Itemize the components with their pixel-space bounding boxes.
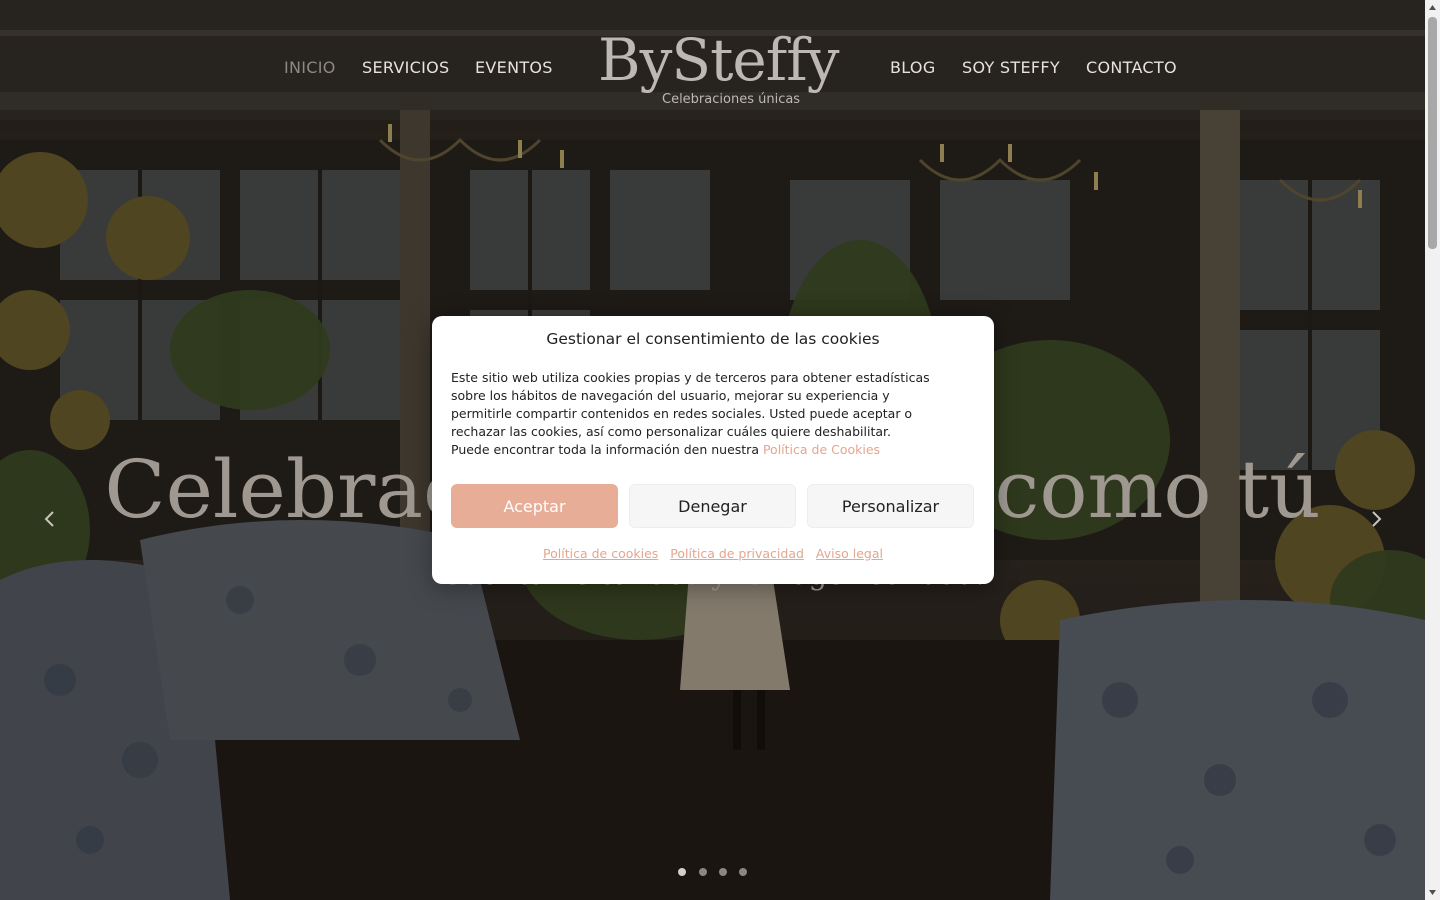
scrollbar-thumb[interactable] bbox=[1428, 17, 1437, 249]
nav-item-soy-steffy[interactable]: SOY STEFFY bbox=[962, 58, 1060, 77]
cookie-dialog-footer-links: Política de cookies Política de privacid… bbox=[432, 546, 994, 561]
logo-wordmark: BySteffy bbox=[598, 26, 839, 94]
chevron-left-icon bbox=[44, 511, 54, 527]
page-scrollbar[interactable] bbox=[1425, 0, 1440, 900]
slider-dot-2[interactable] bbox=[699, 868, 707, 876]
deny-cookies-button[interactable]: Denegar bbox=[629, 484, 796, 528]
cookie-dialog-info-text: Puede encontrar toda la información den … bbox=[451, 442, 759, 457]
slider-next-button[interactable] bbox=[1366, 505, 1386, 533]
nav-item-blog[interactable]: BLOG bbox=[890, 58, 936, 77]
cookie-dialog-description: Este sitio web utiliza cookies propias y… bbox=[451, 370, 930, 439]
chevron-right-icon bbox=[1372, 511, 1382, 527]
slider-dot-4[interactable] bbox=[739, 868, 747, 876]
slider-dot-1[interactable] bbox=[678, 868, 686, 876]
cookie-policy-link[interactable]: Política de cookies bbox=[543, 546, 658, 561]
cookie-policy-inline-link[interactable]: Política de Cookies bbox=[763, 442, 880, 457]
scroll-up-arrow-icon bbox=[1429, 5, 1436, 10]
slider-dot-3[interactable] bbox=[719, 868, 727, 876]
site-logo[interactable]: BySteffy Celebraciones únicas bbox=[598, 24, 842, 112]
cookie-dialog-title: Gestionar el consentimiento de las cooki… bbox=[546, 330, 880, 348]
cookie-dialog-body: Este sitio web utiliza cookies propias y… bbox=[451, 369, 951, 459]
nav-item-contacto[interactable]: CONTACTO bbox=[1086, 58, 1177, 77]
scroll-down-button[interactable] bbox=[1425, 883, 1440, 900]
accept-cookies-button[interactable]: Aceptar bbox=[451, 484, 618, 528]
scroll-down-arrow-icon bbox=[1429, 890, 1436, 895]
nav-item-inicio[interactable]: INICIO bbox=[284, 58, 336, 77]
logo-tagline: Celebraciones únicas bbox=[662, 92, 801, 107]
privacy-policy-link[interactable]: Política de privacidad bbox=[670, 546, 804, 561]
cookie-consent-dialog: Gestionar el consentimiento de las cooki… bbox=[432, 316, 994, 584]
legal-notice-link[interactable]: Aviso legal bbox=[816, 546, 883, 561]
slider-pagination bbox=[678, 868, 758, 878]
scroll-up-button[interactable] bbox=[1425, 0, 1440, 17]
slider-prev-button[interactable] bbox=[40, 505, 60, 533]
customize-cookies-button[interactable]: Personalizar bbox=[807, 484, 974, 528]
nav-item-eventos[interactable]: EVENTOS bbox=[475, 58, 553, 77]
nav-item-servicios[interactable]: SERVICIOS bbox=[362, 58, 450, 77]
